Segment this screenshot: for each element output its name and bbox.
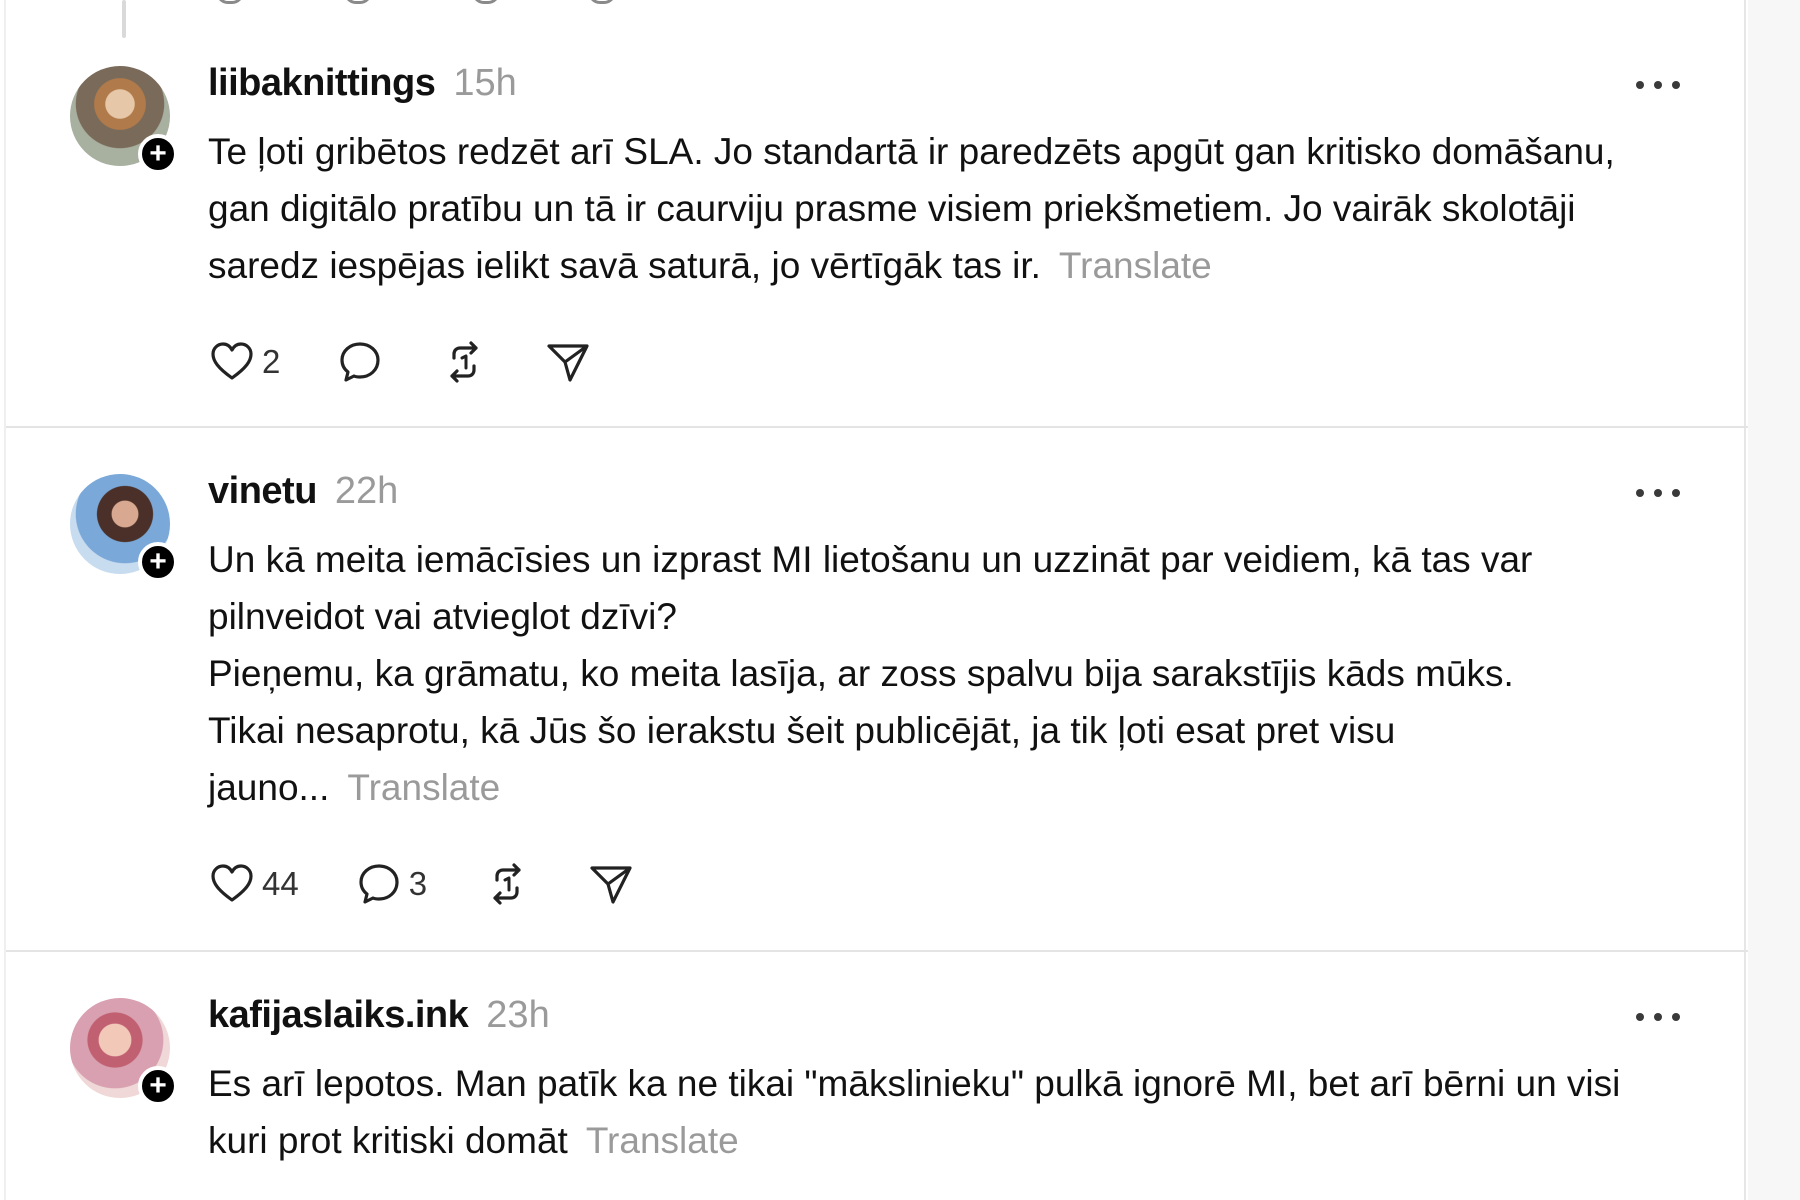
post-body-line: Pieņemu, ka grāmatu, ko meita lasīja, ar… xyxy=(208,653,1514,694)
post-header: liibaknittings 15h xyxy=(208,62,517,110)
post-time[interactable]: 22h xyxy=(335,470,398,513)
plus-icon[interactable]: + xyxy=(138,1066,178,1106)
more-icon[interactable] xyxy=(1636,483,1680,503)
reply-count: 3 xyxy=(408,865,428,902)
threads-reply-feed: + liibaknittings 15h Te ļoti gribētos re… xyxy=(0,0,1800,1200)
username[interactable]: kafijaslaiks.ink xyxy=(208,994,469,1037)
post-header: kafijaslaiks.ink 23h xyxy=(208,994,550,1042)
avatar[interactable]: + xyxy=(70,66,178,174)
post-header: vinetu 22h xyxy=(208,470,398,518)
send-icon xyxy=(547,344,589,382)
username[interactable]: vinetu xyxy=(208,470,317,513)
post-text: Te ļoti gribētos redzēt arī SLA. Jo stan… xyxy=(208,123,1668,294)
post-body: Es arī lepotos. Man patīk ka ne tikai "m… xyxy=(208,1063,1621,1161)
post-body: Te ļoti gribētos redzēt arī SLA. Jo stan… xyxy=(208,131,1615,286)
post-actions: 44 3 xyxy=(208,858,691,910)
repost-button[interactable] xyxy=(483,860,531,908)
feed-column: + liibaknittings 15h Te ļoti gribētos re… xyxy=(4,0,1748,1200)
post-kafijaslaiks: + kafijaslaiks.ink 23h Es arī lepotos. M… xyxy=(6,952,1748,1200)
repost-icon xyxy=(450,341,478,383)
translate-link[interactable]: Translate xyxy=(347,767,500,808)
send-icon xyxy=(590,866,632,904)
post-text: Es arī lepotos. Man patīk ka ne tikai "m… xyxy=(208,1055,1668,1169)
plus-icon[interactable]: + xyxy=(138,542,178,582)
translate-link[interactable]: Translate xyxy=(586,1120,739,1161)
avatar[interactable]: + xyxy=(70,998,178,1106)
repost-button[interactable] xyxy=(440,338,488,386)
translate-link[interactable]: Translate xyxy=(1059,245,1212,286)
post-text: Un kā meita iemācīsies un izprast MI lie… xyxy=(208,531,1668,816)
avatar[interactable]: + xyxy=(70,474,178,582)
like-count: 2 xyxy=(262,343,281,380)
like-count: 44 xyxy=(262,865,299,902)
reply-button[interactable] xyxy=(336,338,384,386)
reply-button[interactable]: 3 xyxy=(355,860,427,908)
like-button[interactable]: 2 xyxy=(208,338,280,386)
post-vinetu: + vinetu 22h Un kā meita iemācīsies un i… xyxy=(6,428,1748,952)
post-time[interactable]: 23h xyxy=(486,994,549,1037)
like-button[interactable]: 44 xyxy=(208,860,299,908)
username[interactable]: liibaknittings xyxy=(208,62,436,105)
comment-icon xyxy=(340,342,380,382)
share-button[interactable] xyxy=(587,860,635,908)
post-liibaknittings: + liibaknittings 15h Te ļoti gribētos re… xyxy=(6,0,1748,428)
post-body-line: Un kā meita iemācīsies un izprast MI lie… xyxy=(208,539,1533,637)
comment-icon xyxy=(359,864,399,904)
heart-icon xyxy=(211,342,253,380)
scroll-gutter xyxy=(1748,0,1800,1200)
heart-icon xyxy=(211,864,253,902)
post-time[interactable]: 15h xyxy=(453,62,516,105)
more-icon[interactable] xyxy=(1636,1007,1680,1027)
repost-icon xyxy=(493,863,521,905)
more-icon[interactable] xyxy=(1636,75,1680,95)
post-actions: 2 xyxy=(208,336,648,388)
share-button[interactable] xyxy=(544,338,592,386)
plus-icon[interactable]: + xyxy=(138,134,178,174)
